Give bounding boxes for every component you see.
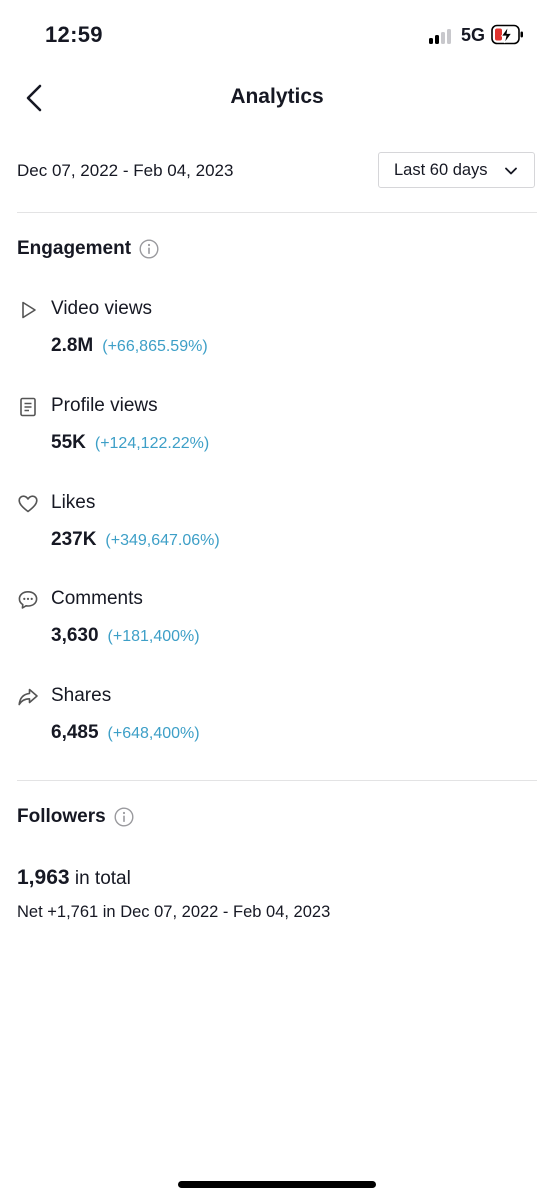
- metric-likes: Likes 237K (+349,647.06%): [17, 492, 537, 562]
- metric-value-row: 55K (+124,122.22%): [51, 432, 209, 454]
- metric-video-views: Video views 2.8M (+66,865.59%): [17, 298, 537, 368]
- cellular-signal-icon: [429, 28, 455, 44]
- info-icon[interactable]: [114, 807, 134, 827]
- followers-title: Followers: [17, 806, 106, 827]
- metric-profile-views: Profile views 55K (+124,122.22%): [17, 395, 537, 465]
- followers-total-value: 1,963: [17, 866, 70, 889]
- metric-change: (+648,400%): [107, 725, 200, 742]
- divider: [17, 780, 537, 781]
- metric-change: (+66,865.59%): [102, 338, 208, 355]
- metric-value-row: 237K (+349,647.06%): [51, 529, 220, 551]
- metric-value-row: 6,485 (+648,400%): [51, 722, 200, 744]
- metric-label: Profile views: [51, 395, 158, 416]
- header-bar: Analytics: [0, 70, 554, 132]
- metric-value-row: 2.8M (+66,865.59%): [51, 335, 208, 357]
- metric-value: 6,485: [51, 722, 99, 743]
- comment-icon: [17, 589, 39, 611]
- battery-charging-icon: [491, 24, 525, 46]
- heart-icon: [17, 493, 39, 515]
- period-select-value: Last 60 days: [394, 160, 488, 179]
- chevron-down-icon: [505, 167, 517, 175]
- metric-change: (+349,647.06%): [105, 532, 220, 549]
- profile-doc-icon: [17, 396, 39, 418]
- period-select[interactable]: Last 60 days: [378, 152, 535, 188]
- followers-total: 1,963 in total: [17, 866, 131, 890]
- metric-value: 237K: [51, 529, 97, 550]
- page-title: Analytics: [230, 85, 324, 108]
- metric-value: 55K: [51, 432, 86, 453]
- metric-label: Shares: [51, 685, 112, 706]
- network-type: 5G: [461, 25, 486, 45]
- metric-label: Video views: [51, 298, 153, 319]
- followers-total-suffix: in total: [74, 868, 131, 889]
- metric-value: 2.8M: [51, 335, 94, 356]
- metric-change: (+181,400%): [107, 628, 200, 645]
- metric-change: (+124,122.22%): [94, 435, 210, 452]
- engagement-section-title: Engagement: [17, 238, 159, 260]
- home-indicator[interactable]: [178, 1181, 376, 1188]
- metric-shares: Shares 6,485 (+648,400%): [17, 685, 537, 755]
- status-bar: 12:59 5G: [0, 0, 554, 70]
- info-icon[interactable]: [139, 239, 159, 259]
- metric-value: 3,630: [51, 625, 99, 646]
- metric-label: Likes: [51, 492, 96, 513]
- metric-label: Comments: [51, 588, 143, 609]
- followers-net-change: Net +1,761 in Dec 07, 2022 - Feb 04, 202…: [17, 903, 331, 921]
- metric-value-row: 3,630 (+181,400%): [51, 625, 200, 647]
- status-time: 12:59: [45, 22, 103, 47]
- metric-comments: Comments 3,630 (+181,400%): [17, 588, 537, 658]
- engagement-title: Engagement: [17, 238, 132, 259]
- share-icon: [17, 686, 39, 708]
- divider: [17, 212, 537, 213]
- play-icon: [17, 299, 39, 321]
- followers-section-title: Followers: [17, 806, 134, 828]
- date-range-text: Dec 07, 2022 - Feb 04, 2023: [17, 161, 234, 180]
